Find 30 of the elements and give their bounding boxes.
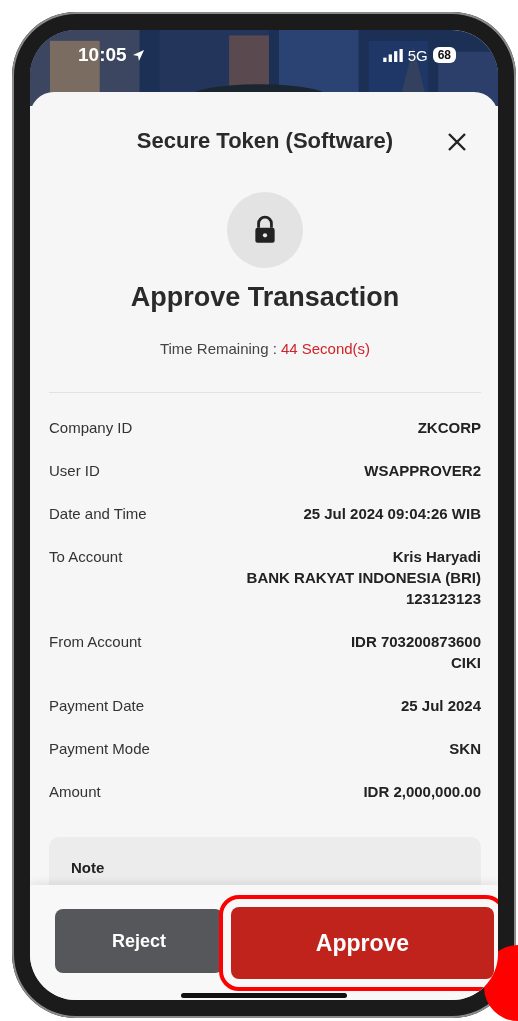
clock-time: 10:05 — [78, 44, 127, 66]
note-title: Note — [71, 859, 105, 876]
heading: Approve Transaction — [129, 281, 401, 313]
detail-label: Date and Time — [49, 504, 147, 524]
detail-label: User ID — [49, 461, 100, 481]
detail-value: WSAPPROVER2 — [364, 461, 481, 481]
detail-value: CIKI — [451, 653, 481, 673]
detail-value: IDR 703200873600 — [350, 632, 481, 652]
detail-value: 25 Jul 2024 — [400, 696, 481, 716]
detail-value: 123123123 — [405, 589, 481, 609]
detail-label: Payment Date — [49, 696, 145, 716]
time-remaining-value: 44 Second(s) — [280, 339, 371, 359]
detail-value: IDR 2,000,000.00 — [363, 782, 481, 802]
detail-label: From Account — [49, 632, 142, 652]
detail-value: ZKCORP — [417, 418, 481, 438]
detail-label: To Account — [49, 547, 123, 567]
detail-value: 25 Jul 2024 09:04:26 WIB — [303, 504, 481, 524]
network-label: 5G — [407, 46, 428, 64]
sheet-title: Secure Token (Software) — [136, 128, 394, 154]
detail-label: Company ID — [49, 418, 133, 438]
detail-label: Payment Mode — [49, 739, 150, 759]
close-icon[interactable] — [447, 132, 467, 152]
approve-button[interactable]: Approve — [231, 907, 494, 979]
detail-value: BANK RAKYAT INDONESIA (BRI) — [246, 568, 481, 588]
location-arrow-icon — [131, 48, 145, 62]
detail-value: Kris Haryadi — [392, 547, 481, 567]
detail-label: Amount — [49, 782, 101, 802]
detail-value: SKN — [449, 739, 481, 759]
time-remaining-label: Time Remaining : — [159, 339, 277, 359]
signal-icon — [382, 48, 403, 62]
